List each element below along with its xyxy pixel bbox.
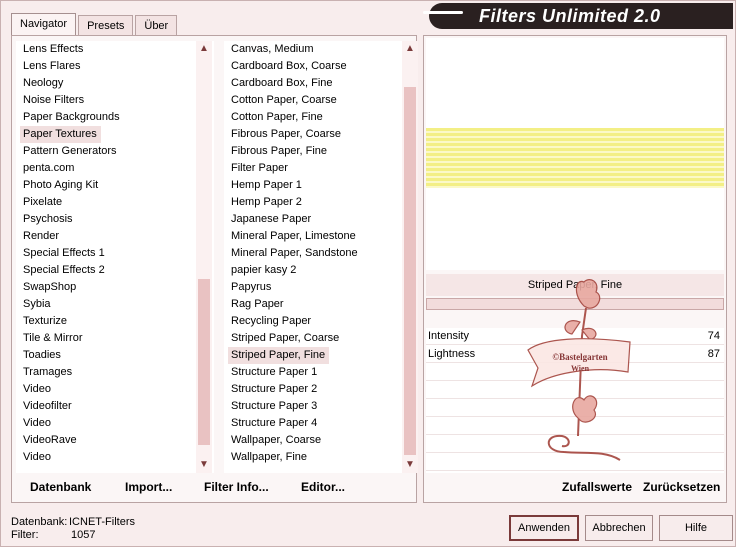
list-item[interactable]: Fibrous Paper, Fine (224, 143, 418, 160)
list-item[interactable]: Sybia (16, 296, 214, 313)
list-item[interactable]: Papyrus (224, 279, 418, 296)
watermark-text-line1: ©Bastelgarten (552, 352, 607, 362)
filter-list[interactable]: Canvas, Medium Cardboard Box, Coarse Cardb… (224, 41, 418, 473)
scroll-down-icon[interactable]: ▼ (402, 457, 418, 473)
list-item[interactable]: Cotton Paper, Coarse (224, 92, 418, 109)
list-item[interactable]: Japanese Paper (224, 211, 418, 228)
list-item[interactable]: Striped Paper, Fine (228, 347, 330, 364)
list-item[interactable]: Toadies (16, 347, 214, 364)
list-item[interactable]: Fibrous Paper, Coarse (224, 126, 418, 143)
param-value: 87 (707, 348, 720, 360)
list-item[interactable]: Videofilter (16, 398, 214, 415)
scroll-thumb[interactable] (404, 87, 416, 455)
import-button[interactable]: Import... (125, 480, 172, 494)
list-item[interactable]: Lens Effects (16, 41, 214, 58)
list-item[interactable]: Special Effects 1 (16, 245, 214, 262)
app-title: Filters Unlimited 2.0 (423, 3, 733, 29)
watermark-text-line2: Wien (571, 364, 590, 373)
list-item[interactable]: Mineral Paper, Sandstone (224, 245, 418, 262)
list-item[interactable]: Paper Textures (20, 126, 101, 143)
preview-image (426, 128, 724, 188)
list-item[interactable]: penta.com (16, 160, 214, 177)
tab-ueber[interactable]: Über (135, 15, 178, 36)
list-item[interactable]: Mineral Paper, Limestone (224, 228, 418, 245)
list-item[interactable]: Video (16, 415, 214, 432)
list-item[interactable]: Cardboard Box, Coarse (224, 58, 418, 75)
status-filter-value: 1057 (71, 529, 96, 541)
editor-button[interactable]: Editor... (301, 480, 345, 494)
list-item[interactable]: Structure Paper 3 (224, 398, 418, 415)
list-item[interactable]: Wallpaper, Coarse (224, 432, 418, 449)
watermark-logo: ©Bastelgarten Wien (527, 279, 631, 461)
scroll-down-icon[interactable]: ▼ (196, 457, 212, 473)
list-item[interactable]: Canvas, Medium (224, 41, 418, 58)
tab-bar: Navigator Presets Über (11, 13, 179, 36)
list-item[interactable]: Psychosis (16, 211, 214, 228)
list-item[interactable]: Filter Paper (224, 160, 418, 177)
param-name: Intensity (428, 330, 469, 342)
scroll-thumb[interactable] (198, 279, 210, 445)
apply-button[interactable]: Anwenden (509, 515, 579, 541)
filter-info-button[interactable]: Filter Info... (204, 480, 269, 494)
list-item[interactable]: Texturize (16, 313, 214, 330)
list-item[interactable]: Wallpaper, Fine (224, 449, 418, 466)
scroll-up-icon[interactable]: ▲ (196, 41, 212, 57)
preview-panel: Striped Paper, Fine Intensity 74 Lightne… (423, 35, 727, 503)
param-value: 74 (707, 330, 720, 342)
status-area: Datenbank: ICNET-Filters Filter: 1057 (11, 516, 135, 542)
preview-buttons: Zufallswerte Zurücksetzen (426, 476, 724, 500)
list-item[interactable]: Structure Paper 1 (224, 364, 418, 381)
list-item[interactable]: Neology (16, 75, 214, 92)
list-item[interactable]: Special Effects 2 (16, 262, 214, 279)
zufallswerte-button[interactable]: Zufallswerte (562, 480, 632, 494)
navigator-buttons: Datenbank Import... Filter Info... Edito… (16, 476, 414, 500)
list-item[interactable]: Recycling Paper (224, 313, 418, 330)
list-item[interactable]: Noise Filters (16, 92, 214, 109)
status-datenbank-value: ICNET-Filters (69, 516, 135, 528)
list-item[interactable]: Tramages (16, 364, 214, 381)
status-filter-label: Filter: (11, 529, 39, 541)
list-item[interactable]: Tile & Mirror (16, 330, 214, 347)
param-name: Lightness (428, 348, 476, 360)
list-item[interactable]: Structure Paper 4 (224, 415, 418, 432)
list-item[interactable]: Render (16, 228, 214, 245)
filters-unlimited-window: Navigator Presets Über Filters Unlimited… (0, 0, 736, 547)
list-item[interactable]: Hemp Paper 2 (224, 194, 418, 211)
list-item[interactable]: Pixelate (16, 194, 214, 211)
list-item[interactable]: Paper Backgrounds (16, 109, 214, 126)
status-datenbank-label: Datenbank: (11, 516, 68, 528)
datenbank-button[interactable]: Datenbank (30, 480, 91, 494)
list-item[interactable]: Photo Aging Kit (16, 177, 214, 194)
category-scrollbar[interactable]: ▲ ▼ (196, 41, 212, 473)
list-item[interactable]: Video (16, 449, 214, 466)
filter-scrollbar[interactable]: ▲ ▼ (402, 41, 418, 473)
list-item[interactable]: Hemp Paper 1 (224, 177, 418, 194)
scroll-up-icon[interactable]: ▲ (402, 41, 418, 57)
zuruecksetzen-button[interactable]: Zurücksetzen (643, 480, 720, 494)
list-item[interactable]: VideoRave (16, 432, 214, 449)
list-item[interactable]: Pattern Generators (16, 143, 214, 160)
tab-navigator[interactable]: Navigator (11, 13, 77, 36)
list-item[interactable]: papier kasy 2 (224, 262, 418, 279)
cancel-button[interactable]: Abbrechen (585, 515, 653, 541)
tab-presets[interactable]: Presets (78, 15, 134, 36)
filter-preview (426, 38, 724, 270)
list-item[interactable]: SwapShop (16, 279, 214, 296)
list-item[interactable]: Video (16, 381, 214, 398)
list-item[interactable]: Structure Paper 2 (224, 381, 418, 398)
list-item[interactable]: Rag Paper (224, 296, 418, 313)
category-list[interactable]: Lens Effects Lens Flares Neology Noise Filt… (16, 41, 214, 473)
list-item[interactable]: Cardboard Box, Fine (224, 75, 418, 92)
list-item[interactable]: Striped Paper, Coarse (224, 330, 418, 347)
navigator-panel: Lens Effects Lens Flares Neology Noise Filt… (11, 35, 418, 503)
list-item[interactable]: Lens Flares (16, 58, 214, 75)
help-button[interactable]: Hilfe (659, 515, 733, 541)
list-item[interactable]: Cotton Paper, Fine (224, 109, 418, 126)
